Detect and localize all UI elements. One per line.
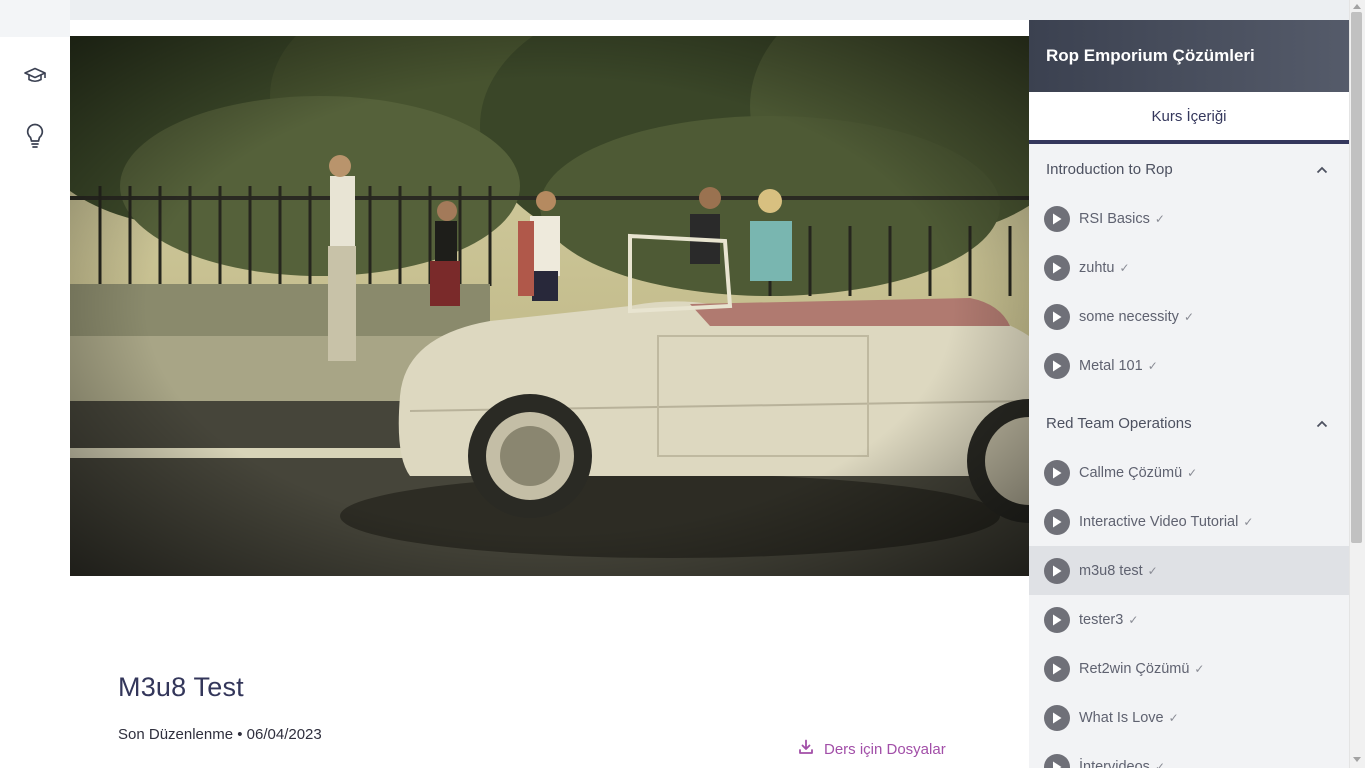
lesson-meta: Son Düzenlenme • 06/04/2023: [118, 726, 322, 743]
section-title: Introduction to Rop: [1046, 160, 1173, 178]
lesson-label: some necessity: [1079, 308, 1179, 325]
tab-course-content[interactable]: Kurs İçeriği: [1029, 92, 1349, 144]
play-icon: [1044, 655, 1070, 682]
check-icon: ✓: [1128, 612, 1139, 627]
play-icon: [1044, 557, 1070, 584]
video-player[interactable]: [70, 36, 1029, 576]
download-icon: [798, 739, 814, 759]
rail-top: [0, 0, 70, 37]
check-icon: ✓: [1183, 309, 1194, 324]
check-icon: ✓: [1119, 260, 1130, 275]
scroll-down-arrow-icon[interactable]: [1353, 757, 1361, 762]
scroll-up-arrow-icon[interactable]: [1353, 4, 1361, 9]
lesson-item-ret2win[interactable]: Ret2win Çözümü ✓: [1029, 644, 1349, 693]
lesson-item-rsi-basics[interactable]: RSI Basics ✓: [1029, 194, 1349, 243]
lesson-item-callme[interactable]: Callme Çözümü ✓: [1029, 448, 1349, 497]
play-icon: [1044, 753, 1070, 768]
section-header-red-team[interactable]: Red Team Operations: [1029, 398, 1349, 448]
course-sidebar: Rop Emporium Çözümleri Kurs İçeriği Intr…: [1029, 20, 1349, 768]
chevron-up-icon: [1316, 161, 1328, 178]
play-icon: [1044, 205, 1070, 232]
lesson-item-m3u8-test[interactable]: m3u8 test ✓: [1029, 546, 1349, 595]
check-icon: ✓: [1154, 759, 1165, 768]
check-icon: ✓: [1243, 514, 1254, 529]
lesson-files-link[interactable]: Ders için Dosyalar: [798, 739, 946, 759]
graduation-cap-icon[interactable]: [20, 61, 50, 91]
play-icon: [1044, 303, 1070, 330]
top-bar: [70, 0, 1350, 20]
chevron-up-icon: [1316, 415, 1328, 432]
lightbulb-icon[interactable]: [20, 121, 50, 151]
lesson-label: RSI Basics: [1079, 210, 1150, 227]
check-icon: ✓: [1168, 710, 1179, 725]
lesson-item-zuhtu[interactable]: zuhtu ✓: [1029, 243, 1349, 292]
lesson-label: İntervideos: [1079, 758, 1150, 768]
check-icon: ✓: [1154, 211, 1165, 226]
lesson-item-tester3[interactable]: tester3 ✓: [1029, 595, 1349, 644]
lesson-label: m3u8 test: [1079, 562, 1143, 579]
lesson-item-metal-101[interactable]: Metal 101 ✓: [1029, 341, 1349, 390]
lesson-item-interactive-video[interactable]: Interactive Video Tutorial ✓: [1029, 497, 1349, 546]
lesson-item-some-necessity[interactable]: some necessity ✓: [1029, 292, 1349, 341]
section-title: Red Team Operations: [1046, 414, 1192, 432]
play-icon: [1044, 254, 1070, 281]
check-icon: ✓: [1194, 661, 1205, 676]
lesson-item-what-is-love[interactable]: What Is Love ✓: [1029, 693, 1349, 742]
lesson-title: M3u8 Test: [118, 672, 244, 702]
section-header-introduction[interactable]: Introduction to Rop: [1029, 144, 1349, 194]
check-icon: ✓: [1147, 358, 1158, 373]
lesson-label: Interactive Video Tutorial: [1079, 513, 1239, 530]
lesson-files-label: Ders için Dosyalar: [824, 740, 946, 758]
play-icon: [1044, 704, 1070, 731]
play-icon: [1044, 352, 1070, 379]
play-icon: [1044, 459, 1070, 486]
course-title: Rop Emporium Çözümleri: [1029, 20, 1349, 92]
lesson-label: Metal 101: [1079, 357, 1143, 374]
play-icon: [1044, 606, 1070, 633]
check-icon: ✓: [1187, 465, 1198, 480]
lesson-label: zuhtu: [1079, 259, 1115, 276]
lesson-label: Ret2win Çözümü: [1079, 660, 1190, 677]
lesson-label: What Is Love: [1079, 709, 1164, 726]
play-icon: [1044, 508, 1070, 535]
check-icon: ✓: [1147, 563, 1158, 578]
lesson-label: tester3: [1079, 611, 1124, 628]
scrollbar-thumb[interactable]: [1351, 12, 1362, 543]
lesson-item-intervideos[interactable]: İntervideos ✓: [1029, 742, 1349, 768]
left-rail: [0, 0, 70, 768]
lesson-label: Callme Çözümü: [1079, 464, 1183, 481]
